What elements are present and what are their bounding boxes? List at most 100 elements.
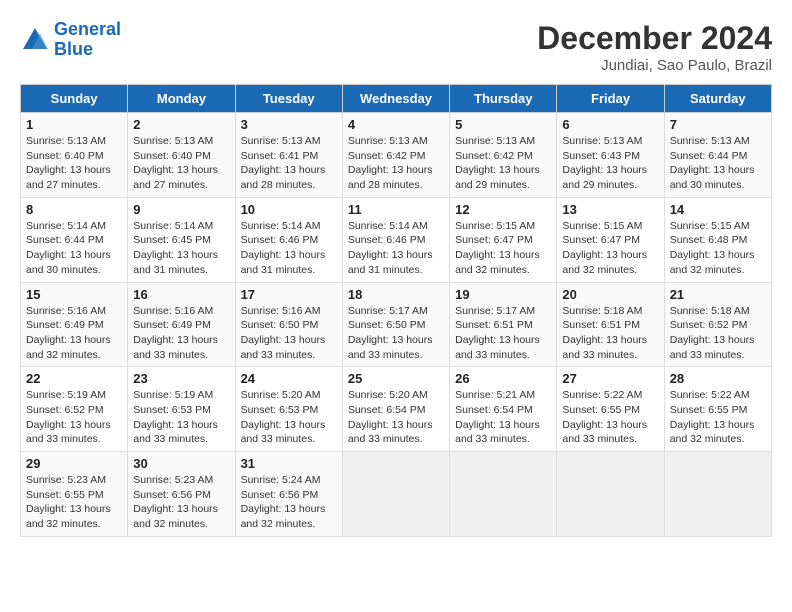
logo-icon	[20, 25, 50, 55]
calendar-cell: 13Sunrise: 5:15 AM Sunset: 6:47 PM Dayli…	[557, 197, 664, 282]
calendar-cell: 19 Sunrise: 5:17 AM Sunset: 6:51 PM Dayli…	[450, 282, 557, 367]
day-info: Sunrise: 5:19 AM Sunset: 6:52 PM Dayligh…	[26, 388, 122, 447]
calendar-cell: 5 Sunrise: 5:13 AM Sunset: 6:42 PM Daylig…	[450, 113, 557, 198]
day-number: 28	[670, 371, 766, 386]
calendar-cell: 22 Sunrise: 5:19 AM Sunset: 6:52 PM Dayli…	[21, 367, 128, 452]
calendar-cell: 31Sunrise: 5:24 AM Sunset: 6:56 PM Dayli…	[235, 452, 342, 537]
logo-line2: Blue	[54, 39, 93, 59]
day-info: Sunrise: 5:13 AM Sunset: 6:41 PM Dayligh…	[241, 134, 337, 193]
day-header-monday: Monday	[128, 85, 235, 113]
day-number: 16	[133, 287, 229, 302]
day-info: Sunrise: 5:16 AM Sunset: 6:50 PM Dayligh…	[241, 304, 337, 363]
day-number: 26	[455, 371, 551, 386]
calendar-week-row: 1 Sunrise: 5:13 AM Sunset: 6:40 PM Daylig…	[21, 113, 772, 198]
calendar-cell: 2Sunrise: 5:13 AM Sunset: 6:40 PM Daylig…	[128, 113, 235, 198]
day-header-thursday: Thursday	[450, 85, 557, 113]
day-number: 7	[670, 117, 766, 132]
day-info: Sunrise: 5:20 AM Sunset: 6:53 PM Dayligh…	[241, 388, 337, 447]
calendar-cell: 23 Sunrise: 5:19 AM Sunset: 6:53 PM Dayli…	[128, 367, 235, 452]
calendar-cell: 15 Sunrise: 5:16 AM Sunset: 6:49 PM Dayli…	[21, 282, 128, 367]
day-number: 29	[26, 456, 122, 471]
calendar-cell: 26 Sunrise: 5:21 AM Sunset: 6:54 PM Dayli…	[450, 367, 557, 452]
logo-line1: General	[54, 19, 121, 39]
day-header-wednesday: Wednesday	[342, 85, 449, 113]
day-info: Sunrise: 5:16 AM Sunset: 6:49 PM Dayligh…	[133, 304, 229, 363]
calendar-body: 1 Sunrise: 5:13 AM Sunset: 6:40 PM Daylig…	[21, 113, 772, 537]
calendar-week-row: 15 Sunrise: 5:16 AM Sunset: 6:49 PM Dayli…	[21, 282, 772, 367]
day-info: Sunrise: 5:13 AM Sunset: 6:42 PM Dayligh…	[455, 134, 551, 193]
day-info: Sunrise: 5:18 AM Sunset: 6:51 PM Dayligh…	[562, 304, 658, 363]
day-number: 8	[26, 202, 122, 217]
calendar-cell: 29 Sunrise: 5:23 AM Sunset: 6:55 PM Dayli…	[21, 452, 128, 537]
calendar-cell: 10Sunrise: 5:14 AM Sunset: 6:46 PM Dayli…	[235, 197, 342, 282]
calendar-cell	[342, 452, 449, 537]
calendar-week-row: 8Sunrise: 5:14 AM Sunset: 6:44 PM Daylig…	[21, 197, 772, 282]
day-info: Sunrise: 5:16 AM Sunset: 6:49 PM Dayligh…	[26, 304, 122, 363]
calendar-cell: 1 Sunrise: 5:13 AM Sunset: 6:40 PM Daylig…	[21, 113, 128, 198]
calendar-cell: 14 Sunrise: 5:15 AM Sunset: 6:48 PM Dayli…	[664, 197, 771, 282]
day-header-tuesday: Tuesday	[235, 85, 342, 113]
calendar-cell: 21 Sunrise: 5:18 AM Sunset: 6:52 PM Dayli…	[664, 282, 771, 367]
day-info: Sunrise: 5:13 AM Sunset: 6:44 PM Dayligh…	[670, 134, 766, 193]
calendar-cell	[664, 452, 771, 537]
calendar-cell	[450, 452, 557, 537]
day-number: 22	[26, 371, 122, 386]
day-number: 11	[348, 202, 444, 217]
main-title: December 2024	[537, 20, 772, 57]
day-info: Sunrise: 5:15 AM Sunset: 6:47 PM Dayligh…	[562, 219, 658, 278]
calendar-cell: 8Sunrise: 5:14 AM Sunset: 6:44 PM Daylig…	[21, 197, 128, 282]
page-header: General Blue December 2024 Jundiai, Sao …	[20, 20, 772, 74]
calendar-header-row: SundayMondayTuesdayWednesdayThursdayFrid…	[21, 85, 772, 113]
calendar-table: SundayMondayTuesdayWednesdayThursdayFrid…	[20, 84, 772, 537]
day-number: 19	[455, 287, 551, 302]
logo: General Blue	[20, 20, 121, 60]
day-number: 1	[26, 117, 122, 132]
day-number: 23	[133, 371, 229, 386]
calendar-cell: 11 Sunrise: 5:14 AM Sunset: 6:46 PM Dayli…	[342, 197, 449, 282]
day-info: Sunrise: 5:13 AM Sunset: 6:40 PM Dayligh…	[133, 134, 229, 193]
calendar-cell: 9 Sunrise: 5:14 AM Sunset: 6:45 PM Daylig…	[128, 197, 235, 282]
day-info: Sunrise: 5:21 AM Sunset: 6:54 PM Dayligh…	[455, 388, 551, 447]
calendar-cell: 6Sunrise: 5:13 AM Sunset: 6:43 PM Daylig…	[557, 113, 664, 198]
day-number: 12	[455, 202, 551, 217]
calendar-cell: 28 Sunrise: 5:22 AM Sunset: 6:55 PM Dayli…	[664, 367, 771, 452]
day-info: Sunrise: 5:23 AM Sunset: 6:56 PM Dayligh…	[133, 473, 229, 532]
subtitle: Jundiai, Sao Paulo, Brazil	[537, 57, 772, 74]
day-info: Sunrise: 5:18 AM Sunset: 6:52 PM Dayligh…	[670, 304, 766, 363]
day-info: Sunrise: 5:15 AM Sunset: 6:48 PM Dayligh…	[670, 219, 766, 278]
day-info: Sunrise: 5:22 AM Sunset: 6:55 PM Dayligh…	[670, 388, 766, 447]
day-number: 27	[562, 371, 658, 386]
calendar-cell: 17 Sunrise: 5:16 AM Sunset: 6:50 PM Dayli…	[235, 282, 342, 367]
day-number: 17	[241, 287, 337, 302]
day-number: 9	[133, 202, 229, 217]
day-number: 24	[241, 371, 337, 386]
calendar-cell: 30Sunrise: 5:23 AM Sunset: 6:56 PM Dayli…	[128, 452, 235, 537]
day-number: 25	[348, 371, 444, 386]
day-number: 4	[348, 117, 444, 132]
day-number: 14	[670, 202, 766, 217]
day-number: 20	[562, 287, 658, 302]
day-info: Sunrise: 5:23 AM Sunset: 6:55 PM Dayligh…	[26, 473, 122, 532]
day-info: Sunrise: 5:24 AM Sunset: 6:56 PM Dayligh…	[241, 473, 337, 532]
day-number: 5	[455, 117, 551, 132]
day-info: Sunrise: 5:13 AM Sunset: 6:40 PM Dayligh…	[26, 134, 122, 193]
day-header-sunday: Sunday	[21, 85, 128, 113]
day-info: Sunrise: 5:14 AM Sunset: 6:46 PM Dayligh…	[241, 219, 337, 278]
calendar-week-row: 29 Sunrise: 5:23 AM Sunset: 6:55 PM Dayli…	[21, 452, 772, 537]
day-info: Sunrise: 5:17 AM Sunset: 6:50 PM Dayligh…	[348, 304, 444, 363]
day-info: Sunrise: 5:14 AM Sunset: 6:46 PM Dayligh…	[348, 219, 444, 278]
day-header-friday: Friday	[557, 85, 664, 113]
calendar-cell: 20 Sunrise: 5:18 AM Sunset: 6:51 PM Dayli…	[557, 282, 664, 367]
calendar-cell: 27Sunrise: 5:22 AM Sunset: 6:55 PM Dayli…	[557, 367, 664, 452]
day-info: Sunrise: 5:19 AM Sunset: 6:53 PM Dayligh…	[133, 388, 229, 447]
day-number: 21	[670, 287, 766, 302]
day-info: Sunrise: 5:20 AM Sunset: 6:54 PM Dayligh…	[348, 388, 444, 447]
calendar-cell: 3Sunrise: 5:13 AM Sunset: 6:41 PM Daylig…	[235, 113, 342, 198]
day-number: 15	[26, 287, 122, 302]
calendar-cell: 7 Sunrise: 5:13 AM Sunset: 6:44 PM Daylig…	[664, 113, 771, 198]
day-info: Sunrise: 5:13 AM Sunset: 6:43 PM Dayligh…	[562, 134, 658, 193]
day-number: 18	[348, 287, 444, 302]
calendar-cell: 24 Sunrise: 5:20 AM Sunset: 6:53 PM Dayli…	[235, 367, 342, 452]
day-info: Sunrise: 5:17 AM Sunset: 6:51 PM Dayligh…	[455, 304, 551, 363]
day-info: Sunrise: 5:14 AM Sunset: 6:45 PM Dayligh…	[133, 219, 229, 278]
